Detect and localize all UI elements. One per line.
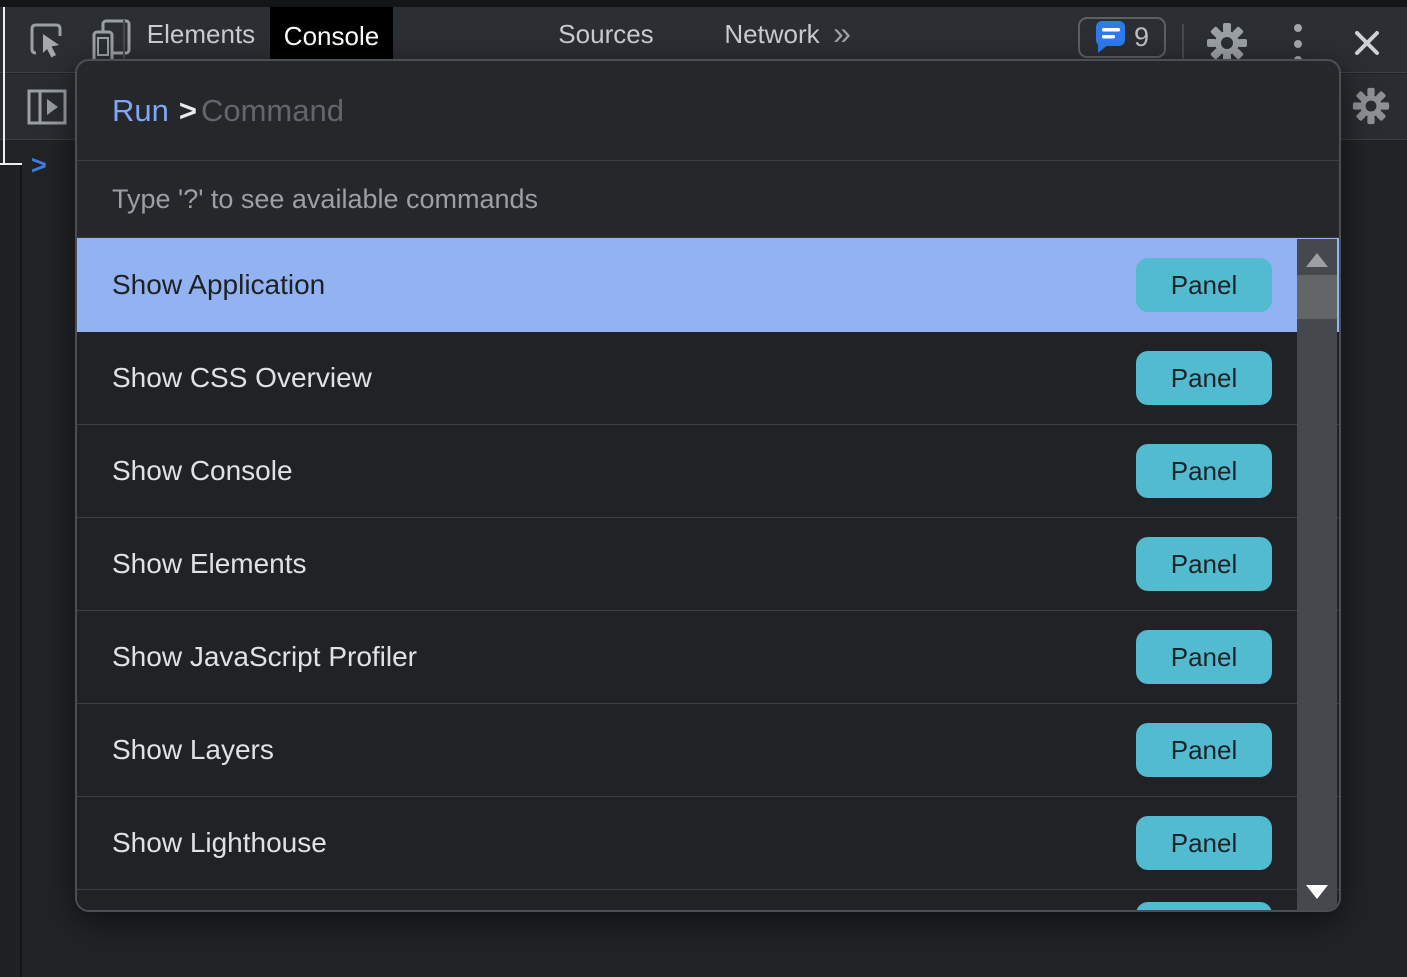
window-top-strip [0, 0, 1407, 7]
scroll-up-arrow-icon[interactable] [1306, 253, 1328, 267]
command-item-label: Show Application [112, 269, 1136, 301]
console-settings-button[interactable] [1351, 86, 1391, 126]
command-item-label: Show JavaScript Profiler [112, 641, 1136, 673]
tab-sources[interactable]: Sources [558, 7, 653, 62]
command-item-show-application[interactable]: Show Application Panel [77, 238, 1339, 332]
toolbar-divider [1182, 24, 1184, 60]
command-item-show-elements[interactable]: Show Elements Panel [77, 518, 1339, 611]
tab-console[interactable]: Console [270, 7, 393, 65]
scroll-down-arrow-icon[interactable] [1306, 885, 1328, 899]
toolbar-divider [123, 20, 125, 62]
panel-badge: Panel [1136, 537, 1272, 591]
panel-badge: Panel [1136, 723, 1272, 777]
command-item-label: Show Layers [112, 734, 1136, 766]
issues-counter-button[interactable]: 9 [1078, 17, 1166, 58]
command-list-scrollbar[interactable] [1297, 239, 1337, 911]
command-caret: > [179, 93, 197, 129]
command-item-label: Show CSS Overview [112, 362, 1136, 394]
panel-badge: Panel [1136, 816, 1272, 870]
run-prefix-label: Run [112, 93, 169, 129]
command-input-row[interactable]: Run > Command [77, 61, 1339, 161]
panel-badge: Panel [1136, 630, 1272, 684]
scrollbar-thumb[interactable] [1297, 275, 1337, 319]
menu-kebab-button[interactable] [1293, 24, 1303, 64]
command-hint-row: Type '?' to see available commands [77, 161, 1339, 238]
command-input-placeholder: Command [201, 93, 344, 129]
tab-elements[interactable]: Elements [147, 7, 255, 62]
more-tabs-button[interactable]: » [833, 7, 851, 62]
command-item-show-layers[interactable]: Show Layers Panel [77, 704, 1339, 797]
inspect-element-button[interactable] [27, 20, 67, 60]
panel-badge: Panel [1136, 351, 1272, 405]
command-item-show-console[interactable]: Show Console Panel [77, 425, 1339, 518]
command-list: Show Application Panel Show CSS Overview… [77, 238, 1339, 912]
command-item-label: Show Console [112, 455, 1136, 487]
command-item-partial[interactable] [77, 890, 1339, 912]
gear-icon [1206, 22, 1248, 64]
settings-button[interactable] [1206, 22, 1248, 64]
issues-chat-icon [1095, 20, 1126, 55]
issues-count: 9 [1134, 22, 1149, 53]
panel-badge: Panel [1136, 444, 1272, 498]
console-prompt-chevron[interactable]: > [31, 150, 47, 181]
command-item-show-css-overview[interactable]: Show CSS Overview Panel [77, 332, 1339, 425]
console-sidebar-icon [27, 89, 67, 125]
close-icon [1350, 26, 1384, 60]
close-devtools-button[interactable] [1348, 24, 1386, 62]
show-console-sidebar-button[interactable] [26, 87, 68, 127]
panel-badge: Panel [1136, 258, 1272, 312]
command-item-label: Show Lighthouse [112, 827, 1136, 859]
command-menu-dialog: Run > Command Type '?' to see available … [75, 59, 1341, 912]
panel-badge [1136, 902, 1272, 912]
inspect-cursor-icon [28, 21, 66, 59]
command-hint-text: Type '?' to see available commands [112, 184, 538, 215]
page-edge-line-horizontal [0, 163, 22, 165]
page-edge-strip [0, 165, 22, 977]
gear-icon [1352, 87, 1390, 125]
tab-network[interactable]: Network [724, 7, 819, 62]
command-item-show-lighthouse[interactable]: Show Lighthouse Panel [77, 797, 1339, 890]
command-item-label: Show Elements [112, 548, 1136, 580]
page-edge-line-vertical [3, 7, 5, 164]
command-item-show-javascript-profiler[interactable]: Show JavaScript Profiler Panel [77, 611, 1339, 704]
